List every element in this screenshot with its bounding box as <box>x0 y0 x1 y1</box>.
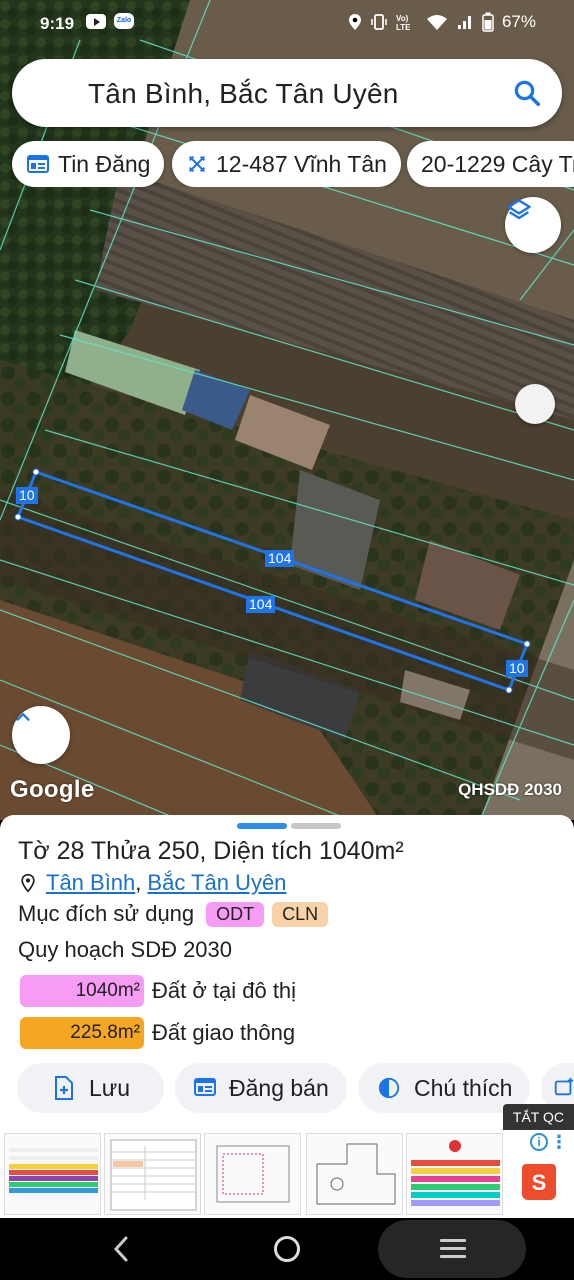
chip-label: 20-1229 Cây Tr <box>421 150 574 177</box>
ad-image-table <box>9 1148 98 1193</box>
chip-label: Tin Đăng <box>58 150 151 177</box>
search-bar[interactable]: Tân Bình, Bắc Tân Uyên <box>12 59 562 127</box>
dimension-label-west: 10 <box>16 487 38 504</box>
add-file-icon <box>55 1076 73 1100</box>
ad-thumbnail[interactable] <box>104 1133 201 1215</box>
badge-cln: CLN <box>272 901 329 927</box>
search-icon[interactable] <box>512 78 542 108</box>
action-row: Lưu Đăng bán Chú thích <box>17 1063 574 1113</box>
dimension-label-south: 104 <box>246 596 276 613</box>
map-drag-handle[interactable] <box>515 384 555 424</box>
wifi-icon <box>426 15 447 30</box>
google-logo: Google <box>10 776 95 803</box>
chip-parcel-cay-truong[interactable]: 20-1229 Cây Tr <box>407 141 574 187</box>
home-button[interactable] <box>274 1236 300 1262</box>
battery-percent: 67% <box>501 12 536 31</box>
signal-icon <box>457 16 471 29</box>
ad-banner[interactable]: i ⋮ S <box>0 1130 574 1218</box>
ad-image-floor-plan <box>316 1143 396 1205</box>
recents-button[interactable] <box>378 1220 526 1278</box>
ad-image-price-list <box>110 1139 197 1211</box>
status-bar: 9:19 Zalo Vo) LTE 67% <box>0 0 574 46</box>
parcel-title: Tờ 28 Thửa 250, Diện tích 1040m² <box>18 837 404 865</box>
purpose-label: Mục đích sử dụng <box>18 901 195 926</box>
ad-thumbnail[interactable] <box>306 1133 403 1215</box>
plan-item-residential: 1040m² Đất ở tại đô thị <box>20 975 296 1007</box>
page-dot[interactable] <box>291 823 341 829</box>
badge-odt: ODT <box>206 901 265 927</box>
back-icon[interactable] <box>110 1234 132 1264</box>
listing-icon <box>194 1078 216 1096</box>
status-time: 9:19 <box>40 14 75 33</box>
plan-area-swatch: 225.8m² <box>20 1017 144 1049</box>
ad-info-icon[interactable]: i <box>530 1133 548 1151</box>
parcel-info-sheet: Tờ 28 Thửa 250, Diện tích 1040m² Tân Bìn… <box>0 815 574 1130</box>
chevron-up-icon <box>16 712 30 721</box>
plan-area-swatch: 1040m² <box>20 975 144 1007</box>
location-separator: , <box>135 870 142 895</box>
search-input[interactable]: Tân Bình, Bắc Tân Uyên <box>88 78 399 110</box>
youtube-icon <box>86 13 106 29</box>
chip-row: Tin Đăng 12-487 Vĩnh Tân 20-1229 Cây Tr <box>12 141 574 187</box>
contrast-icon <box>378 1077 400 1099</box>
chip-label: 12-487 Vĩnh Tân <box>216 150 387 177</box>
legend-label: Chú thích <box>414 1074 513 1101</box>
layers-button[interactable] <box>505 197 561 253</box>
page-indicator[interactable] <box>237 823 341 829</box>
ad-image-site-plan <box>216 1145 290 1203</box>
land-use-purpose: Mục đích sử dụng ODT CLN <box>18 901 329 927</box>
dimension-label-east: 10 <box>506 660 528 677</box>
post-for-sale-label: Đăng bán <box>229 1074 329 1101</box>
ad-thumbnail[interactable] <box>204 1133 301 1215</box>
location-icon <box>348 14 361 30</box>
shopee-logo[interactable]: S <box>522 1164 556 1200</box>
page-dot-active[interactable] <box>237 823 287 829</box>
expand-button[interactable] <box>12 706 70 764</box>
plan-item-label: Đất ở tại đô thị <box>152 978 297 1003</box>
recents-icon <box>440 1239 466 1263</box>
parcel-location: Tân Bình , Bắc Tân Uyên <box>18 870 286 896</box>
vibrate-icon <box>371 14 387 30</box>
zalo-icon: Zalo <box>114 13 134 29</box>
chip-parcel-vinh-tan[interactable]: 12-487 Vĩnh Tân <box>172 141 401 187</box>
ad-thumbnail[interactable] <box>406 1133 503 1215</box>
plan-title: Quy hoạch SDĐ 2030 <box>18 937 233 962</box>
plan-item-label: Đất giao thông <box>152 1020 296 1045</box>
listing-icon <box>27 155 49 173</box>
chip-listings[interactable]: Tin Đăng <box>12 141 165 187</box>
volte-icon: Vo)LTE <box>396 14 411 31</box>
district-link[interactable]: Bắc Tân Uyên <box>147 870 286 896</box>
svg-text:Vo): Vo) <box>396 14 409 23</box>
battery-icon <box>482 12 494 32</box>
save-label: Lưu <box>89 1074 130 1101</box>
more-vertical-icon[interactable]: ⋮ <box>550 1133 568 1151</box>
close-ad-button[interactable]: TẮT QC <box>502 1104 574 1130</box>
svg-text:LTE: LTE <box>396 23 411 31</box>
add-photo-icon <box>554 1077 574 1096</box>
plan-layer-label: QHSDĐ 2030 <box>458 780 562 799</box>
location-pin-icon <box>21 873 35 893</box>
layers-icon <box>507 199 531 220</box>
post-for-sale-button[interactable]: Đăng bán <box>175 1063 347 1113</box>
dimension-label-north: 104 <box>265 550 295 567</box>
measure-icon <box>188 155 206 173</box>
ward-link[interactable]: Tân Bình <box>46 870 135 896</box>
ad-image-color-table <box>411 1140 500 1206</box>
save-button[interactable]: Lưu <box>17 1063 164 1113</box>
ad-thumbnail[interactable] <box>4 1133 101 1215</box>
plan-item-traffic: 225.8m² Đất giao thông <box>20 1017 295 1049</box>
system-nav-bar <box>0 1218 574 1280</box>
